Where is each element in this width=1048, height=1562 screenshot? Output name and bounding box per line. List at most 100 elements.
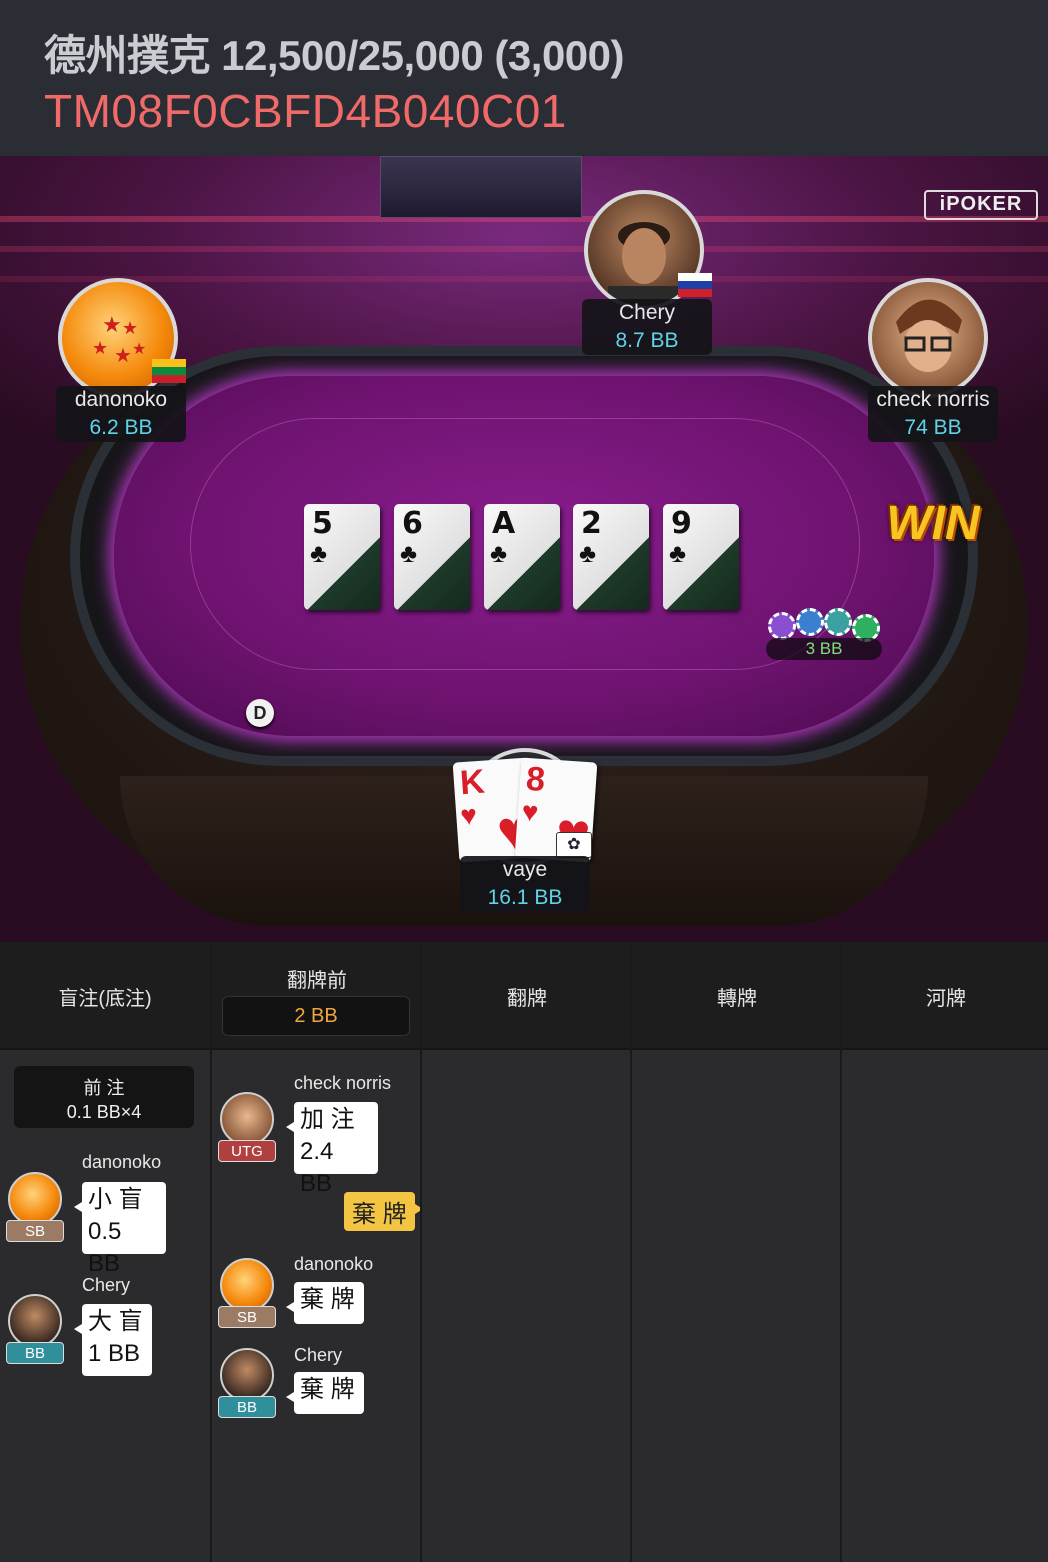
club-icon: ♣	[310, 538, 328, 568]
position-badge: BB	[6, 1342, 64, 1364]
chip-icon	[796, 608, 824, 636]
column-label: 盲注(底注)	[58, 988, 152, 1010]
card-rank: 6	[402, 506, 423, 541]
position-badge: UTG	[218, 1140, 276, 1162]
card-rank: A	[492, 506, 516, 541]
action-bubble: 棄 牌	[286, 1282, 364, 1324]
position-badge: SB	[218, 1306, 276, 1328]
nameplate: vaye 16.1 BB	[460, 856, 590, 912]
chip-icon	[768, 612, 796, 640]
player-name: check norris	[876, 388, 990, 411]
ante-box: 前 注 0.1 BB×4	[14, 1066, 194, 1128]
player-name: danonoko	[74, 388, 168, 411]
person-icon	[896, 299, 962, 372]
avatar	[220, 1258, 274, 1312]
header: 德州撲克 12,500/25,000 (3,000) TM08F0CBFD4B0…	[0, 0, 1048, 156]
dealer-button: D	[246, 699, 274, 727]
card-rank: 8	[524, 759, 547, 800]
column-flop: 翻牌	[420, 942, 632, 1562]
nameplate: danonoko 6.2 BB	[56, 386, 186, 442]
arena-light-band	[0, 246, 1048, 252]
club-icon: ♣	[490, 538, 508, 568]
lithuania-flag-icon	[152, 359, 186, 383]
action-bubble: 小 盲 0.5 BB	[74, 1182, 166, 1277]
card-rank: 2	[581, 506, 602, 541]
club-icon: ♣	[669, 538, 687, 568]
card-rank: 5	[312, 506, 333, 541]
board-card: 5 ♣	[304, 504, 380, 610]
nameplate: check norris 74 BB	[868, 386, 998, 442]
board-card: A ♣	[484, 504, 560, 610]
svg-text:★: ★	[122, 318, 138, 338]
nameplate: Chery 8.7 BB	[582, 299, 712, 355]
avatar	[220, 1092, 274, 1146]
svg-text:★: ★	[92, 338, 108, 358]
player-stack: 74 BB	[904, 416, 962, 439]
column-blinds: 盲注(底注) 前 注 0.1 BB×4 danonoko SB 小 盲 0.5 …	[0, 942, 210, 1562]
card-rank: K	[458, 762, 486, 803]
position-badge: SB	[6, 1220, 64, 1242]
street-pot: 2 BB	[222, 996, 410, 1036]
avatar	[8, 1172, 62, 1226]
russia-flag-icon	[678, 273, 712, 297]
hero-fold-bubble: 棄 牌	[344, 1192, 423, 1231]
avatar	[220, 1348, 274, 1402]
ante-value: 0.1 BB×4	[66, 1102, 142, 1122]
actor-name: Chery	[294, 1345, 343, 1365]
column-preflop: 翻牌前 2 BB check norris UTG 加 注 2.4 BB 棄 牌…	[210, 942, 423, 1562]
column-label: 翻牌	[507, 988, 547, 1010]
action-amount: 1 BB	[88, 1340, 141, 1367]
pot-amount: 3 BB	[766, 638, 882, 660]
arena-screen	[380, 156, 582, 218]
svg-text:★: ★	[114, 345, 132, 367]
hand-id: TM08F0CBFD4B040C01	[44, 85, 567, 137]
club-icon: ♣	[400, 538, 418, 568]
action-label: 加 注	[300, 1106, 355, 1133]
board-card: 2 ♣	[573, 504, 649, 610]
column-header[interactable]: 翻牌	[422, 942, 632, 1050]
actor-name: danonoko	[294, 1254, 374, 1274]
flower-icon: ✿	[556, 832, 592, 858]
chip-icon	[824, 608, 852, 636]
board-card: 6 ♣	[394, 504, 470, 610]
action-bubble: 大 盲 1 BB	[74, 1304, 152, 1376]
column-header[interactable]: 轉牌	[632, 942, 842, 1050]
win-badge: WIN	[886, 497, 980, 550]
action-label: 大 盲	[88, 1308, 143, 1335]
club-icon: ♣	[579, 538, 597, 568]
action-bubble: 棄 牌	[286, 1372, 364, 1414]
position-badge: BB	[218, 1396, 276, 1418]
action-bubble: 加 注 2.4 BB	[286, 1102, 378, 1197]
actor-name: Chery	[82, 1275, 131, 1295]
column-header[interactable]: 盲注(底注)	[0, 942, 210, 1050]
action-label: 小 盲	[88, 1186, 143, 1213]
action-amount: 0.5 BB	[88, 1218, 122, 1277]
column-label: 轉牌	[717, 988, 757, 1010]
heart-icon: ♥	[459, 799, 478, 832]
heart-icon: ♥	[520, 795, 540, 828]
svg-text:★: ★	[102, 312, 122, 337]
player-stack: 6.2 BB	[89, 416, 153, 439]
game-title: 德州撲克 12,500/25,000 (3,000)	[44, 32, 625, 79]
column-river: 河牌	[840, 942, 1048, 1562]
column-turn: 轉牌	[630, 942, 842, 1562]
actor-name: check norris	[294, 1073, 392, 1093]
hand-history-panel: 盲注(底注) 前 注 0.1 BB×4 danonoko SB 小 盲 0.5 …	[0, 942, 1048, 1562]
column-label: 翻牌前	[287, 970, 347, 992]
brand-logo: iPOKER	[924, 190, 1038, 220]
action-amount: 2.4 BB	[300, 1138, 334, 1197]
svg-text:★: ★	[132, 341, 146, 358]
player-stack: 8.7 BB	[615, 329, 679, 352]
arena-light-band	[0, 276, 1048, 282]
column-header[interactable]: 河牌	[842, 942, 1048, 1050]
ante-label: 前 注	[83, 1078, 125, 1098]
avatar	[8, 1294, 62, 1348]
board-card: 9 ♣	[663, 504, 739, 610]
actor-name: danonoko	[82, 1152, 162, 1172]
player-stack: 16.1 BB	[487, 886, 563, 909]
player-name: Chery	[618, 301, 676, 324]
player-name: vaye	[502, 858, 548, 881]
avatar	[868, 278, 988, 398]
card-rank: 9	[671, 506, 692, 541]
column-header[interactable]: 翻牌前 2 BB	[212, 942, 422, 1050]
